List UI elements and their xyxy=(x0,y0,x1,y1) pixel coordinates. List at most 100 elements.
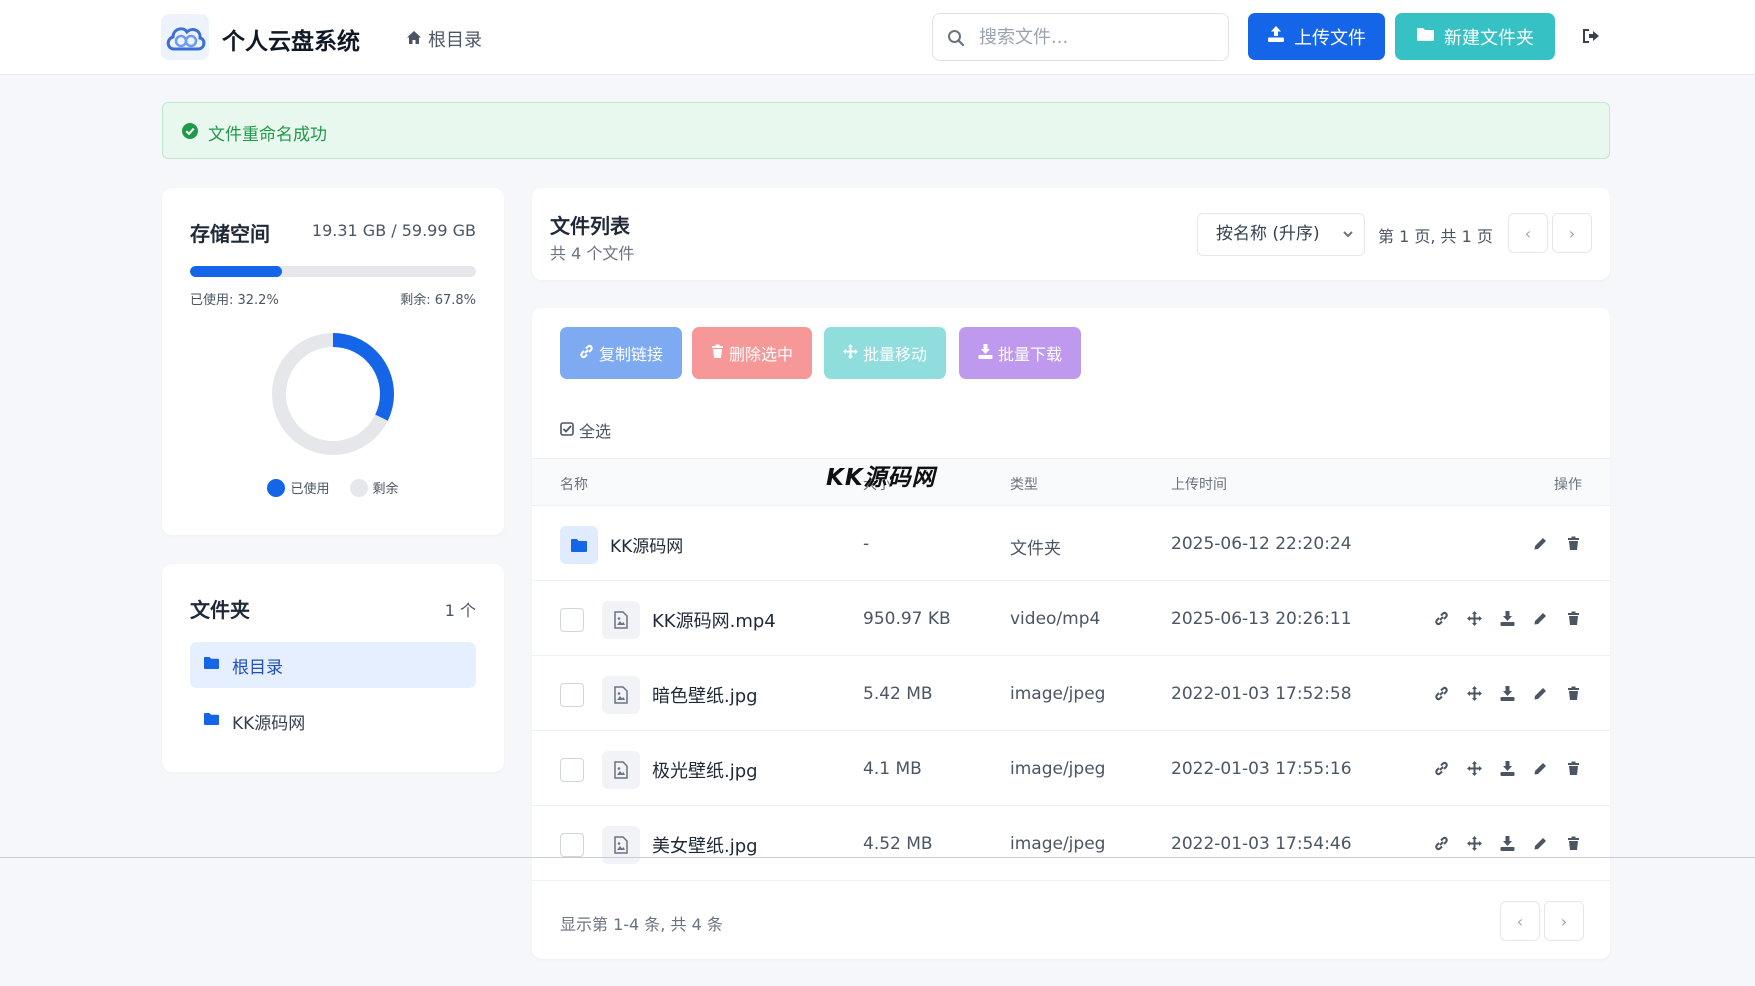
move-icon[interactable] xyxy=(1465,834,1483,852)
storage-progress-bar xyxy=(190,266,476,277)
file-list-title: 文件列表 xyxy=(550,214,630,238)
file-type: 文件夹 xyxy=(1010,539,1061,559)
storage-donut-chart xyxy=(272,333,394,455)
batch-download-button[interactable]: 批量下载 xyxy=(959,327,1081,379)
download-icon xyxy=(978,343,993,363)
sort-select[interactable]: 按名称 (升序) xyxy=(1197,213,1365,256)
batch-move-button[interactable]: 批量移动 xyxy=(824,327,946,379)
row-actions xyxy=(1531,534,1582,552)
column-uploaded-header: 上传时间 xyxy=(1171,477,1227,493)
row-checkbox[interactable] xyxy=(560,608,584,632)
column-name-header: 名称 xyxy=(560,477,588,493)
cloud-logo-icon[interactable] xyxy=(161,14,209,60)
next-page-button[interactable]: › xyxy=(1552,213,1592,253)
trash-icon xyxy=(711,344,724,363)
storage-card: 存储空间 19.31 GB / 59.99 GB 已使用: 32.2% 剩余: … xyxy=(162,188,504,535)
row-checkbox[interactable] xyxy=(560,758,584,782)
trash-icon[interactable] xyxy=(1564,834,1582,852)
chevron-down-icon xyxy=(1342,214,1354,271)
divider-line xyxy=(0,857,1755,858)
trash-icon[interactable] xyxy=(1564,684,1582,702)
file-size: 4.1 MB xyxy=(863,759,922,779)
edit-icon[interactable] xyxy=(1531,759,1549,777)
file-list-header: 文件列表 共 4 个文件 按名称 (升序) 第 1 页, 共 1 页 ‹ › xyxy=(532,188,1610,280)
logout-icon[interactable] xyxy=(1582,28,1600,48)
checkbox-checked-icon xyxy=(560,421,574,440)
table-row[interactable]: 极光壁纸.jpg 4.1 MB image/jpeg 2022-01-03 17… xyxy=(532,731,1610,806)
folder-item-kk[interactable]: KK源码网 xyxy=(190,698,476,744)
file-uploaded: 2025-06-13 20:26:11 xyxy=(1171,609,1352,629)
link-icon[interactable] xyxy=(1432,684,1450,702)
file-name[interactable]: 美女壁纸.jpg xyxy=(652,832,758,858)
legend-used-dot xyxy=(267,478,286,497)
table-row[interactable]: 暗色壁纸.jpg 5.42 MB image/jpeg 2022-01-03 1… xyxy=(532,656,1610,731)
file-name[interactable]: 暗色壁纸.jpg xyxy=(652,682,758,708)
move-icon xyxy=(842,343,858,363)
storage-free-text: 剩余: 67.8% xyxy=(400,293,476,308)
column-type-header: 类型 xyxy=(1010,477,1038,493)
prev-page-button[interactable]: ‹ xyxy=(1508,213,1548,253)
edit-icon[interactable] xyxy=(1531,834,1549,852)
copy-link-label: 复制链接 xyxy=(598,345,663,364)
chevron-right-icon: › xyxy=(1568,223,1576,243)
download-icon[interactable] xyxy=(1498,609,1516,627)
search-input[interactable] xyxy=(979,24,1214,50)
file-type: video/mp4 xyxy=(1010,609,1101,629)
search-box[interactable] xyxy=(932,13,1229,61)
row-actions xyxy=(1432,609,1582,627)
storage-size: 19.31 GB / 59.99 GB xyxy=(311,221,476,240)
file-name[interactable]: KK源码网 xyxy=(610,532,683,557)
new-folder-button[interactable]: 新建文件夹 xyxy=(1395,13,1555,60)
copy-link-button[interactable]: 复制链接 xyxy=(560,327,682,379)
file-uploaded: 2025-06-12 22:20:24 xyxy=(1171,534,1352,554)
search-icon xyxy=(947,29,965,51)
breadcrumb[interactable]: 根目录 xyxy=(406,26,482,52)
watermark: KK源码网 xyxy=(826,465,936,491)
move-icon[interactable] xyxy=(1465,609,1483,627)
file-name[interactable]: 极光壁纸.jpg xyxy=(652,757,758,783)
folder-item-label: KK源码网 xyxy=(232,713,306,734)
footer-prev-page-button[interactable]: ‹ xyxy=(1500,901,1540,941)
table-row[interactable]: KK源码网.mp4 950.97 KB video/mp4 2025-06-13… xyxy=(532,581,1610,656)
chevron-left-icon: ‹ xyxy=(1524,223,1532,243)
folder-item-label: 根目录 xyxy=(232,657,283,678)
download-icon[interactable] xyxy=(1498,759,1516,777)
link-icon[interactable] xyxy=(1432,834,1450,852)
footer-next-page-button[interactable]: › xyxy=(1544,901,1584,941)
move-icon[interactable] xyxy=(1465,759,1483,777)
select-all-toggle[interactable]: 全选 xyxy=(560,418,611,442)
table-row[interactable]: 美女壁纸.jpg 4.52 MB image/jpeg 2022-01-03 1… xyxy=(532,806,1610,881)
chevron-left-icon: ‹ xyxy=(1516,911,1524,931)
folder-icon xyxy=(203,655,220,675)
folder-item-root[interactable]: 根目录 xyxy=(190,642,476,688)
delete-selected-button[interactable]: 删除选中 xyxy=(692,327,812,379)
upload-icon xyxy=(1267,25,1285,48)
edit-icon[interactable] xyxy=(1531,684,1549,702)
move-icon[interactable] xyxy=(1465,684,1483,702)
download-icon[interactable] xyxy=(1498,834,1516,852)
chevron-right-icon: › xyxy=(1560,911,1568,931)
link-icon[interactable] xyxy=(1432,759,1450,777)
page-info: 第 1 页, 共 1 页 xyxy=(1378,227,1493,246)
edit-icon[interactable] xyxy=(1531,534,1549,552)
file-name[interactable]: KK源码网.mp4 xyxy=(652,607,776,633)
app-title[interactable]: 个人云盘系统 xyxy=(222,22,360,56)
batch-move-label: 批量移动 xyxy=(862,345,927,364)
folders-count: 1 个 xyxy=(444,601,476,620)
trash-icon[interactable] xyxy=(1564,534,1582,552)
edit-icon[interactable] xyxy=(1531,609,1549,627)
file-uploaded: 2022-01-03 17:52:58 xyxy=(1171,684,1352,704)
image-file-icon xyxy=(602,826,640,864)
table-row[interactable]: KK源码网 - 文件夹 2025-06-12 22:20:24 xyxy=(532,506,1610,581)
link-icon xyxy=(579,344,594,363)
row-checkbox[interactable] xyxy=(560,833,584,857)
trash-icon[interactable] xyxy=(1564,759,1582,777)
batch-download-label: 批量下载 xyxy=(997,345,1062,364)
download-icon[interactable] xyxy=(1498,684,1516,702)
upload-file-button[interactable]: 上传文件 xyxy=(1248,13,1385,60)
trash-icon[interactable] xyxy=(1564,609,1582,627)
row-checkbox[interactable] xyxy=(560,683,584,707)
link-icon[interactable] xyxy=(1432,609,1450,627)
column-ops-header: 操作 xyxy=(1554,477,1582,493)
file-size: 4.52 MB xyxy=(863,834,933,854)
